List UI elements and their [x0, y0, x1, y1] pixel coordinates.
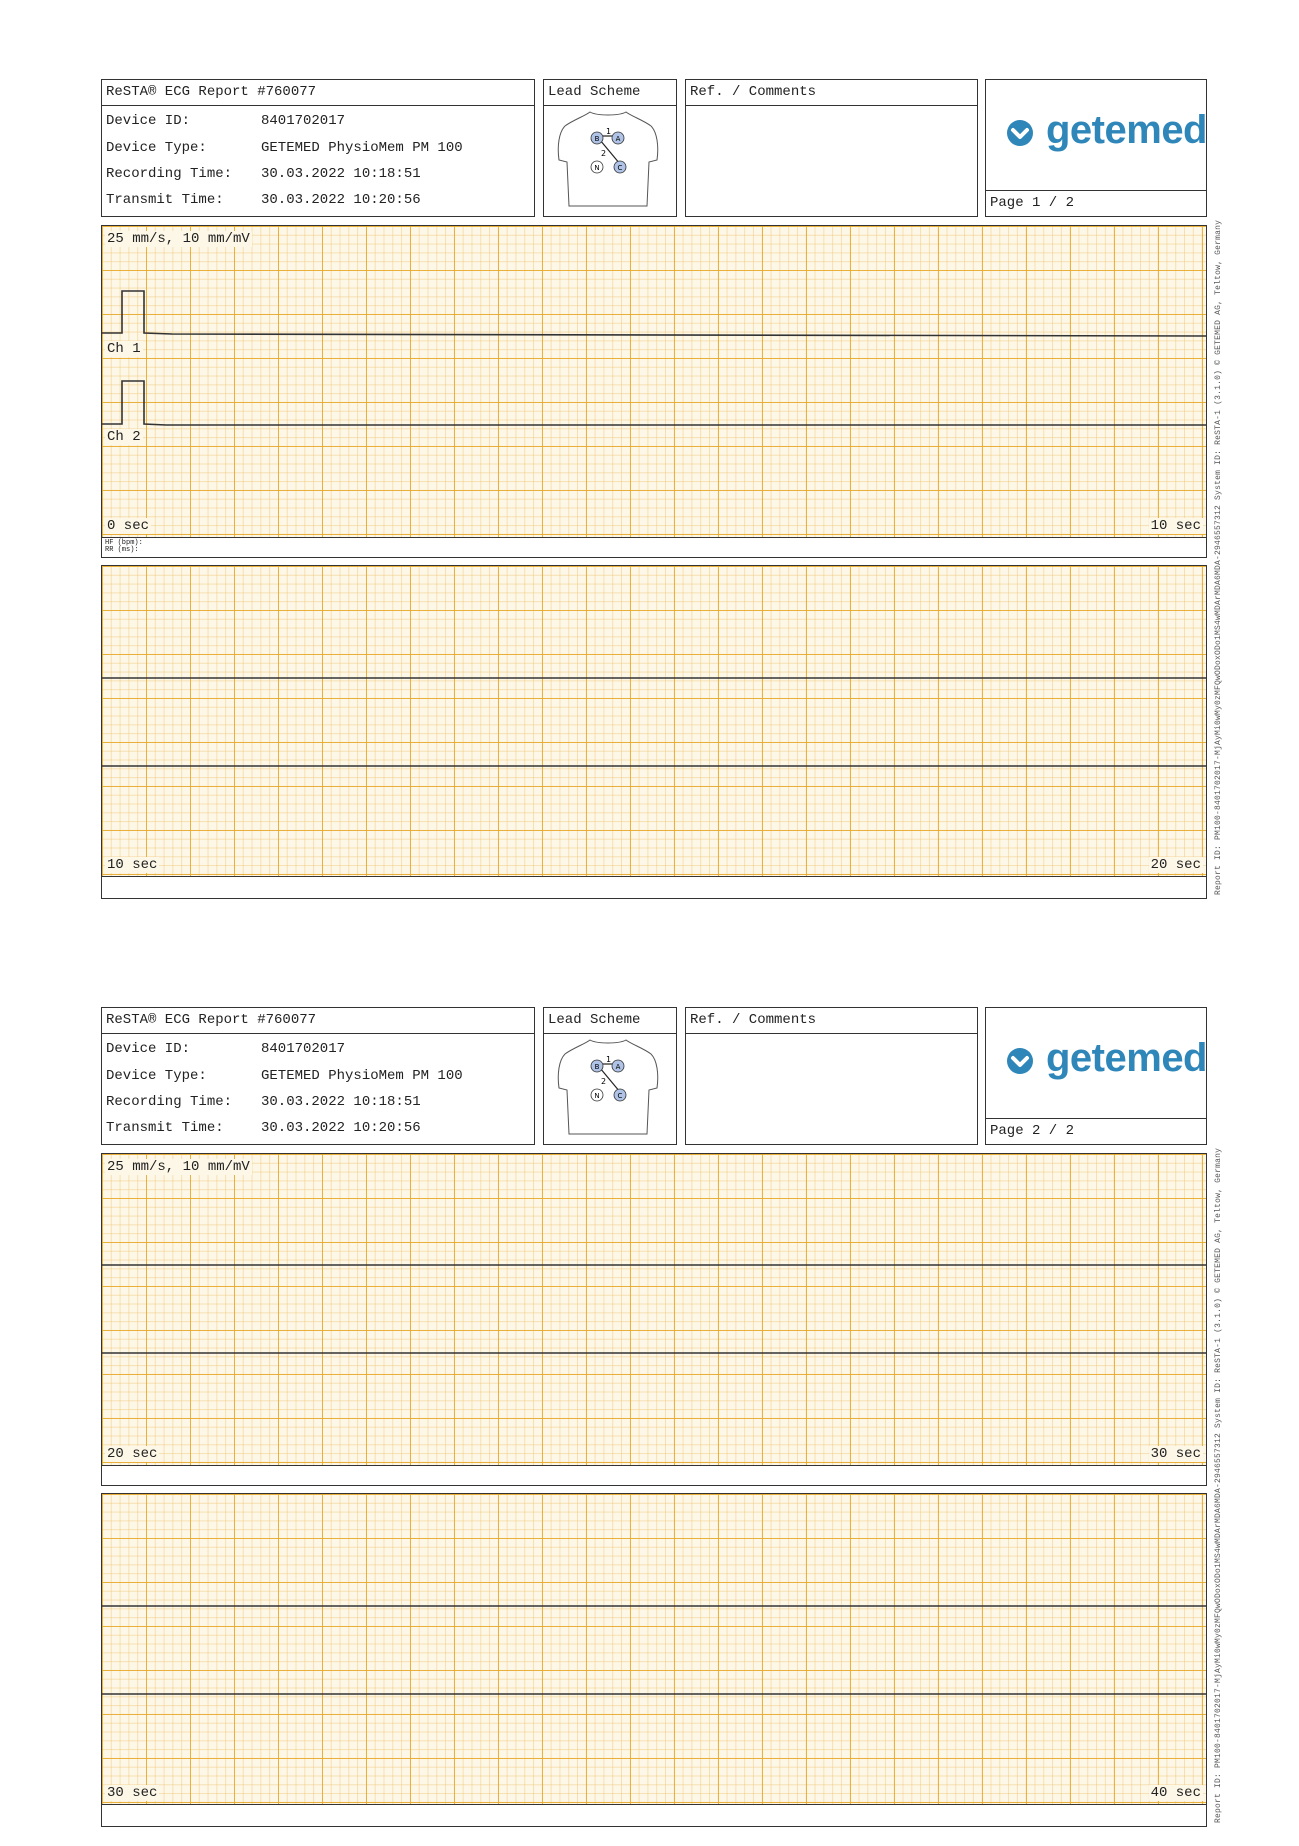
- comments-box: Ref. / Comments: [685, 79, 978, 217]
- device-type-row: Device Type: GETEMED PhysioMem PM 100: [106, 1068, 463, 1084]
- report-id-side-text: Report ID: PM100-8401702017-MjAyMi0wMy0z…: [1214, 219, 1223, 895]
- lead-c-marker: C: [613, 160, 627, 174]
- logo-text: getemed: [1046, 1036, 1208, 1080]
- recording-time-row: Recording Time: 30.03.2022 10:18:51: [106, 166, 421, 182]
- svg-text:C: C: [618, 1092, 623, 1100]
- device-id-row: Device ID: 8401702017: [106, 1041, 346, 1057]
- torso-lead-diagram: 1 2 B A N C: [557, 111, 659, 207]
- lead-scheme-label: Lead Scheme: [544, 80, 676, 106]
- strip-footer: [101, 877, 1207, 899]
- lead-scheme-box: Lead Scheme 1 2 B A N C: [543, 79, 677, 217]
- channel-1-label: Ch 1: [105, 341, 143, 357]
- lead-c-marker: C: [613, 1088, 627, 1102]
- svg-text:A: A: [616, 135, 621, 143]
- channel-2-label: Ch 2: [105, 429, 143, 445]
- device-type-row: Device Type: GETEMED PhysioMem PM 100: [106, 140, 463, 156]
- lead-scheme-box: Lead Scheme 1 2 B A N C: [543, 1007, 677, 1145]
- lead-a-marker: A: [611, 1059, 625, 1073]
- strip-footer: [101, 1466, 1207, 1486]
- device-type-value: GETEMED PhysioMem PM 100: [261, 1068, 463, 1084]
- ecg-grid: 30 sec 40 sec: [101, 1493, 1207, 1805]
- logo-text: getemed: [1046, 108, 1208, 152]
- device-id-value: 8401702017: [261, 113, 346, 129]
- transmit-time-value: 30.03.2022 10:20:56: [261, 192, 421, 208]
- strip-start-time: 30 sec: [105, 1785, 160, 1801]
- strip-end-time: 10 sec: [1148, 518, 1203, 534]
- comments-label: Ref. / Comments: [686, 80, 977, 106]
- strip-end-time: 20 sec: [1148, 857, 1203, 873]
- svg-text:1: 1: [606, 1055, 611, 1064]
- lead-a-marker: A: [611, 131, 625, 145]
- ecg-trace: [102, 1264, 1206, 1354]
- transmit-time-row: Transmit Time: 30.03.2022 10:20:56: [106, 192, 421, 208]
- report-page-1: ReSTA® ECG Report #760077 Device ID: 8401…: [0, 0, 1299, 918]
- strip-end-time: 30 sec: [1148, 1446, 1203, 1462]
- comments-box: Ref. / Comments: [685, 1007, 978, 1145]
- getemed-logo: getemed: [1006, 108, 1208, 158]
- ecg-grid: 10 sec 20 sec: [101, 565, 1207, 877]
- strip-footer: [101, 1805, 1207, 1827]
- svg-text:B: B: [595, 1063, 600, 1071]
- logo-box: getemed Page 1 / 2: [985, 79, 1208, 217]
- header-info-box: ReSTA® ECG Report #760077 Device ID: 8401…: [101, 79, 535, 217]
- scale-label: 25 mm/s, 10 mm/mV: [105, 1159, 252, 1175]
- strip-start-time: 0 sec: [105, 518, 152, 534]
- torso-lead-diagram: 1 2 B A N C: [557, 1039, 659, 1135]
- report-page-2: ReSTA® ECG Report #760077 Device ID: 8401…: [0, 928, 1299, 1846]
- device-id-value: 8401702017: [261, 1041, 346, 1057]
- lead-n-marker: N: [590, 160, 604, 174]
- svg-text:B: B: [595, 135, 600, 143]
- header-info-box: ReSTA® ECG Report #760077 Device ID: 8401…: [101, 1007, 535, 1145]
- svg-text:N: N: [594, 164, 599, 172]
- ecg-trace: [102, 290, 1206, 426]
- strip-footer: HF (bpm): RR (ms):: [101, 538, 1207, 558]
- strip-start-time: 20 sec: [105, 1446, 160, 1462]
- svg-text:N: N: [594, 1092, 599, 1100]
- report-title: ReSTA® ECG Report #760077: [102, 1008, 534, 1034]
- device-type-value: GETEMED PhysioMem PM 100: [261, 140, 463, 156]
- chevron-down-icon: [1007, 1048, 1033, 1074]
- ecg-trace: [102, 677, 1206, 767]
- page-number: Page 1 / 2: [986, 190, 1206, 216]
- lead-scheme-label: Lead Scheme: [544, 1008, 676, 1034]
- strip-end-time: 40 sec: [1148, 1785, 1203, 1801]
- svg-text:1: 1: [606, 127, 611, 136]
- report-id-side-text: Report ID: PM100-8401702017-MjAyMi0wMy0z…: [1214, 1147, 1223, 1823]
- ecg-grid: 25 mm/s, 10 mm/mV 20 sec 30 sec: [101, 1153, 1207, 1466]
- svg-text:A: A: [616, 1063, 621, 1071]
- chevron-down-icon: [1007, 120, 1033, 146]
- device-id-row: Device ID: 8401702017: [106, 113, 346, 129]
- comments-label: Ref. / Comments: [686, 1008, 977, 1034]
- lead-n-marker: N: [590, 1088, 604, 1102]
- ecg-trace: [102, 1605, 1206, 1695]
- scale-label: 25 mm/s, 10 mm/mV: [105, 231, 252, 247]
- report-title: ReSTA® ECG Report #760077: [102, 80, 534, 106]
- recording-time-value: 30.03.2022 10:18:51: [261, 1094, 421, 1110]
- rr-label: RR (ms):: [105, 546, 139, 554]
- svg-text:2: 2: [601, 1077, 606, 1086]
- getemed-logo: getemed: [1006, 1036, 1208, 1086]
- strip-start-time: 10 sec: [105, 857, 160, 873]
- svg-text:C: C: [618, 164, 623, 172]
- recording-time-value: 30.03.2022 10:18:51: [261, 166, 421, 182]
- lead-b-marker: B: [590, 131, 604, 145]
- ecg-grid: 25 mm/s, 10 mm/mV Ch 1 Ch 2 0 sec 10 sec: [101, 225, 1207, 538]
- lead-b-marker: B: [590, 1059, 604, 1073]
- page-number: Page 2 / 2: [986, 1118, 1206, 1144]
- svg-text:2: 2: [601, 149, 606, 158]
- transmit-time-value: 30.03.2022 10:20:56: [261, 1120, 421, 1136]
- logo-box: getemed Page 2 / 2: [985, 1007, 1208, 1145]
- transmit-time-row: Transmit Time: 30.03.2022 10:20:56: [106, 1120, 421, 1136]
- recording-time-row: Recording Time: 30.03.2022 10:18:51: [106, 1094, 421, 1110]
